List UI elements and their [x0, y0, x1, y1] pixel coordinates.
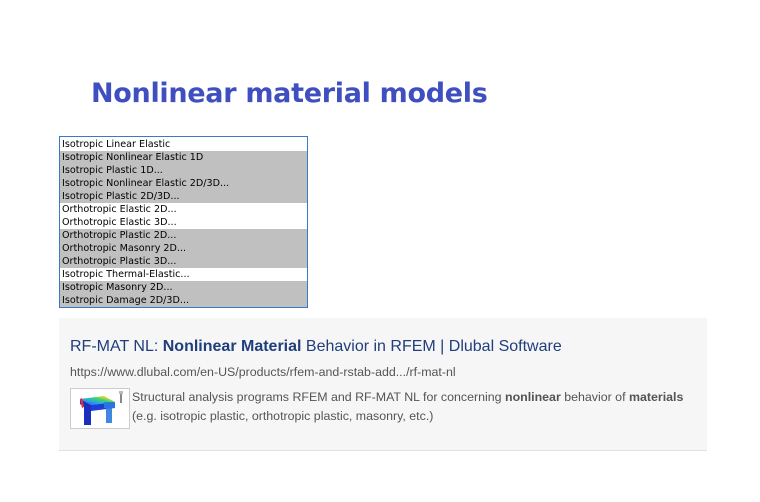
list-item[interactable]: Isotropic Plastic 2D/3D...	[60, 190, 307, 203]
list-item[interactable]: Orthotropic Elastic 2D...	[60, 203, 307, 216]
list-item[interactable]: Orthotropic Plastic 3D...	[60, 255, 307, 268]
snippet-bold: nonlinear	[505, 390, 561, 404]
result-url[interactable]: https://www.dlubal.com/en-US/products/rf…	[70, 365, 456, 379]
materials-listbox[interactable]: Isotropic Linear Elastic Isotropic Nonli…	[59, 136, 308, 308]
snippet-text: (e.g. isotropic plastic, orthotropic pla…	[132, 409, 434, 423]
list-item[interactable]: Orthotropic Elastic 3D...	[60, 216, 307, 229]
list-item[interactable]: Isotropic Nonlinear Elastic 1D	[60, 151, 307, 164]
snippet-text: behavior of	[560, 390, 629, 404]
snippet-bold: materials	[628, 390, 684, 404]
page: Nonlinear material models Isotropic Line…	[0, 0, 760, 502]
search-result-card: RF-MAT NL: Nonlinear Material Behavior i…	[59, 318, 707, 451]
list-item[interactable]: Orthotropic Plastic 2D...	[60, 229, 307, 242]
snippet-text: Structural analysis programs RFEM and RF…	[132, 390, 505, 404]
result-title-link[interactable]: RF-MAT NL: Nonlinear Material Behavior i…	[70, 338, 562, 356]
page-title: Nonlinear material models	[91, 78, 488, 109]
list-item[interactable]: Orthotropic Masonry 2D...	[60, 242, 307, 255]
list-item[interactable]: Isotropic Nonlinear Elastic 2D/3D...	[60, 177, 307, 190]
list-item[interactable]: Isotropic Linear Elastic	[60, 137, 307, 151]
result-title-prefix: RF-MAT NL:	[70, 338, 163, 355]
result-title-bold: Nonlinear Material	[162, 338, 302, 355]
result-title-suffix: Behavior in RFEM | Dlubal Software	[301, 338, 562, 355]
list-item[interactable]: Isotropic Masonry 2D...	[60, 281, 307, 294]
fem-model-thumbnail-icon[interactable]	[70, 388, 130, 429]
list-item[interactable]: Isotropic Damage 2D/3D...	[60, 294, 307, 307]
list-item[interactable]: Isotropic Thermal-Elastic...	[60, 268, 307, 281]
list-item[interactable]: Isotropic Plastic 1D...	[60, 164, 307, 177]
result-snippet: Structural analysis programs RFEM and RF…	[132, 388, 702, 426]
